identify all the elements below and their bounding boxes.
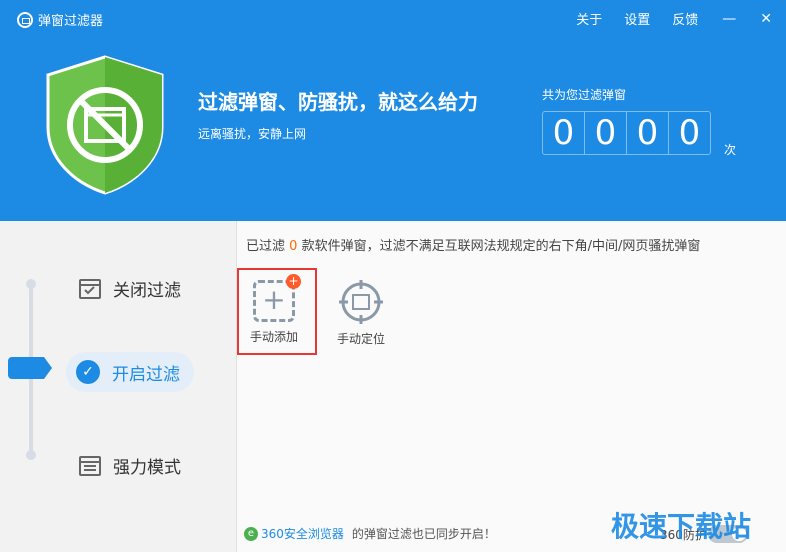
hero-subtitle: 远离骚扰，安静上网	[198, 127, 307, 141]
footer-note: e 360安全浏览器 的弹窗过滤也已同步开启！	[244, 525, 496, 542]
mode-close-filter[interactable]: 关闭过滤	[79, 276, 181, 301]
hero-slogan: 过滤弹窗、防骚扰，就这么给力	[198, 90, 478, 114]
window-list-icon	[79, 455, 101, 476]
add-badge: +	[286, 274, 301, 289]
watermark-text: 极速下载站	[611, 510, 752, 543]
checkbox-window-icon	[79, 278, 101, 299]
mode-strong[interactable]: 强力模式	[79, 453, 181, 478]
top-menu: 关于 设置 反馈 — ✕	[554, 9, 772, 29]
minimize-button[interactable]: —	[722, 11, 736, 27]
footer-message: 的弹窗过滤也已同步开启！	[351, 527, 496, 541]
manual-locate-button[interactable]: 手动定位	[333, 279, 389, 347]
counter-digit: 0	[678, 113, 701, 153]
counter-digit: 0	[585, 112, 627, 154]
counter-digit: 0	[627, 112, 669, 154]
crosshair-icon	[339, 280, 383, 324]
manual-locate-label: 手动定位	[336, 332, 385, 346]
app-title: 弹窗过滤器	[17, 10, 103, 29]
shield-logo-icon	[46, 55, 164, 195]
mode-close-label: 关闭过滤	[113, 281, 181, 301]
about-link[interactable]: 关于	[576, 9, 602, 28]
status-prefix: 已过滤	[246, 239, 286, 254]
app-title-text: 弹窗过滤器	[38, 14, 104, 29]
status-count: 0	[289, 239, 298, 254]
counter-label: 共为您过滤弹窗	[542, 88, 627, 102]
filter-status: 已过滤 0 款软件弹窗，过滤不满足互联网法规规定的右下角/中间/网页骚扰弹窗	[246, 235, 700, 254]
close-button[interactable]: ✕	[760, 11, 772, 27]
manual-add-label: 手动添加	[249, 330, 298, 344]
mode-strong-label: 强力模式	[113, 458, 181, 478]
slider-dot-bottom	[26, 450, 36, 460]
feedback-link[interactable]: 反馈	[672, 9, 698, 28]
mode-open-label: 开启过滤	[112, 364, 180, 385]
check-circle-icon: ✓	[76, 360, 100, 384]
browser-logo-icon: e	[244, 526, 258, 541]
status-suffix: 款软件弹窗，过滤不满足互联网法规规定的右下角/中间/网页骚扰弹窗	[301, 239, 701, 254]
app-logo-icon	[17, 11, 33, 28]
slider-dot-top	[26, 279, 36, 289]
dashed-add-icon: + +	[253, 274, 301, 322]
counter-unit: 次	[724, 143, 737, 157]
mode-open-filter[interactable]: ✓ 开启过滤	[66, 352, 194, 392]
browser-link[interactable]: 360安全浏览器	[261, 525, 344, 542]
main-panel	[237, 221, 786, 552]
counter-digit: 0	[543, 112, 585, 154]
manual-add-button[interactable]: + + 手动添加	[245, 274, 303, 345]
settings-link[interactable]: 设置	[624, 9, 650, 28]
mode-slider-handle[interactable]	[8, 357, 52, 379]
filter-counter: 0 0 0 0	[542, 111, 711, 155]
